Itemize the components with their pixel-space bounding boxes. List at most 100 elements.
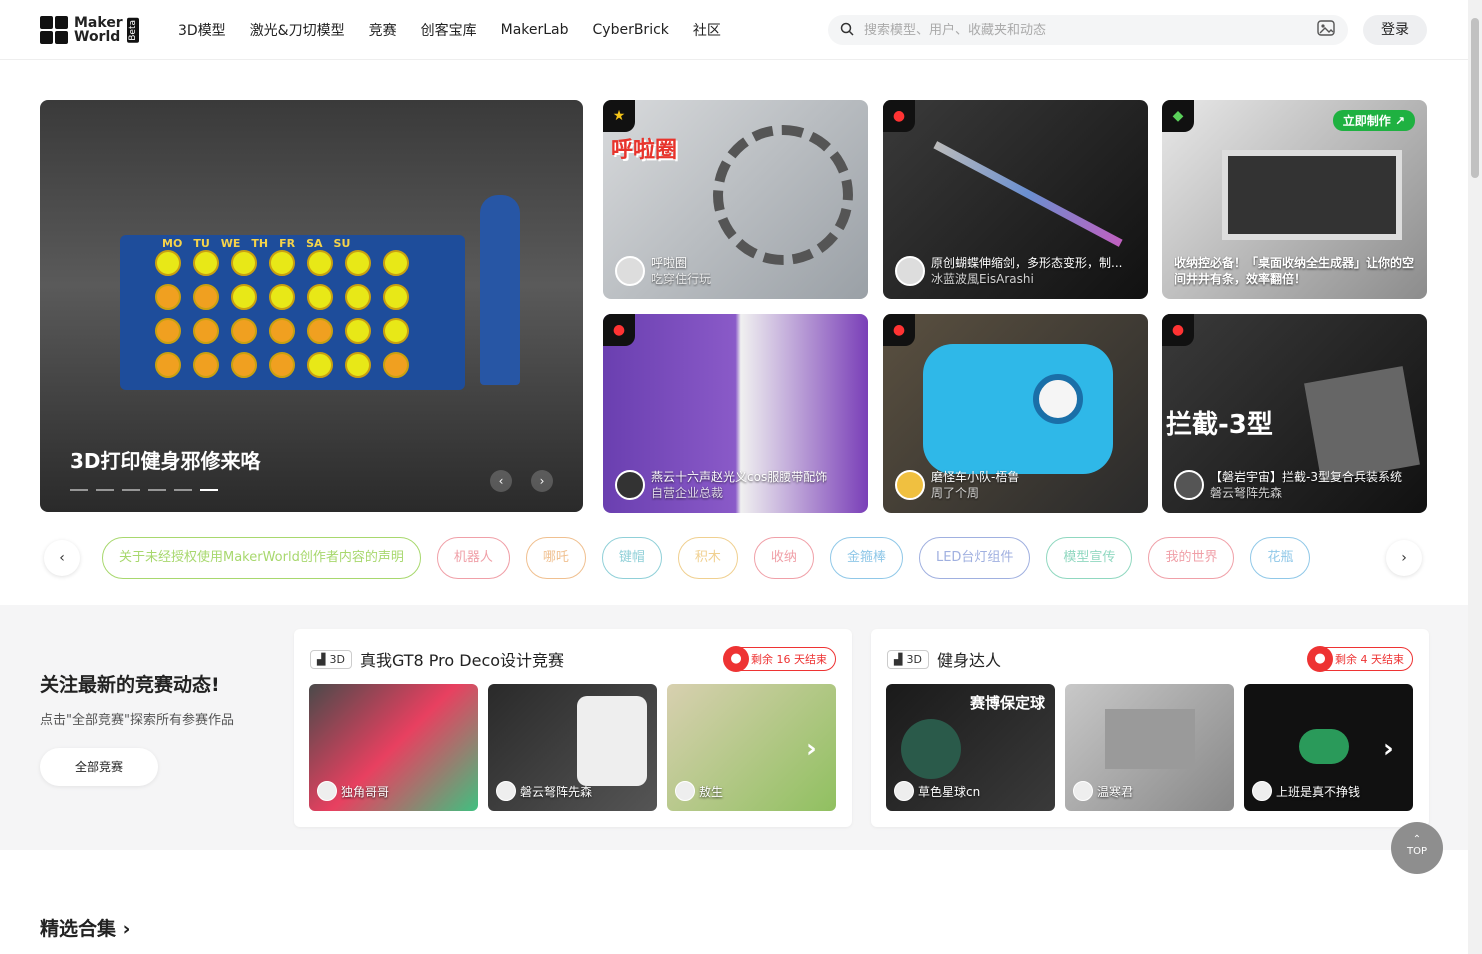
contest-entry[interactable]: 磐云弩阵先森 — [488, 684, 657, 811]
contest-title[interactable]: 真我GT8 Pro Deco设计竞赛 — [360, 647, 564, 671]
tag-item[interactable]: 积木 — [677, 537, 738, 579]
card-title: 呼啦圈 — [651, 256, 688, 270]
author-avatar[interactable] — [1073, 781, 1093, 801]
author-avatar[interactable] — [615, 470, 645, 500]
nav-makerlab[interactable]: MakerLab — [501, 22, 569, 38]
entry-author[interactable]: 草色星球cn — [918, 783, 980, 800]
tag-item[interactable]: 收纳 — [753, 537, 814, 579]
nav-maker-treasury[interactable]: 创客宝库 — [421, 20, 477, 40]
tag-item[interactable]: 关于未经授权使用MakerWorld创作者内容的声明 — [102, 537, 421, 579]
nav-3d-models[interactable]: 3D模型 — [178, 20, 226, 40]
ball-illustration — [901, 719, 961, 779]
tag-item[interactable]: 金箍棒 — [829, 537, 903, 579]
contest-next-arrow-icon[interactable]: › — [806, 734, 817, 764]
hero-card-monster-car[interactable]: ● 磨怪车小队-梧鲁 周了个周 — [883, 314, 1148, 513]
page-scrollbar[interactable] — [1468, 0, 1482, 954]
contest-panel-gt8[interactable]: ▟ 3D 真我GT8 Pro Deco设计竞赛 ● 剩余 16 天结束 独角哥哥 磐… — [294, 629, 852, 827]
carousel-prev-button[interactable]: ‹ — [490, 470, 512, 492]
card-title: 燕云十六声赵光义cos服腰带配饰 — [651, 470, 828, 484]
hot-icon: ● — [603, 314, 635, 346]
hero-image-dots — [155, 250, 413, 378]
podium-icon: ▟ — [894, 652, 903, 666]
entry-author[interactable]: 温寒君 — [1097, 783, 1133, 800]
hero-card-butterfly-sword[interactable]: ● 原创蝴蝶伸缩剑，多形态变形，制... 冰蓝波風EisArashi — [883, 100, 1148, 299]
tag-item[interactable]: 哪吒 — [525, 537, 586, 579]
back-to-top-button[interactable]: ⌃ TOP — [1391, 822, 1443, 874]
author-avatar[interactable] — [895, 256, 925, 286]
card-title: 磨怪车小队-梧鲁 — [931, 470, 1020, 484]
carousel-next-button[interactable]: › — [531, 470, 553, 492]
author-avatar[interactable] — [496, 781, 516, 801]
contest-subtext: 点击"全部竞赛"探索所有参赛作品 — [40, 713, 234, 728]
carousel-indicators[interactable] — [70, 489, 218, 491]
dumbbell-illustration — [1105, 709, 1195, 769]
selected-collections-heading[interactable]: 精选合集 › — [40, 914, 130, 941]
makerworld-logo[interactable]: Maker World Beta — [40, 15, 140, 45]
contest-panel-fitness[interactable]: ▟ 3D 健身达人 ● 剩余 4 天结束 赛博保定球 草色星球cn 温寒君 上班是真… — [871, 629, 1429, 827]
up-arrow-icon: ⌃ — [1412, 834, 1422, 845]
contest-entry[interactable]: 独角哥哥 — [309, 684, 478, 811]
nav-community[interactable]: 社区 — [693, 20, 721, 40]
tag-item[interactable]: LED台灯组件 — [918, 537, 1031, 579]
author-avatar[interactable] — [1174, 470, 1204, 500]
author-avatar[interactable] — [1252, 781, 1272, 801]
tag-item[interactable]: 键帽 — [601, 537, 662, 579]
hero-card-hula-hoop[interactable]: ★ 呼啦圈 呼啦圈 吃穿住行玩 — [603, 100, 868, 299]
hot-icon: ● — [1162, 314, 1194, 346]
entry-overlay-text: 赛博保定球 — [969, 694, 1045, 712]
tags-next-button[interactable]: › — [1386, 540, 1422, 576]
tag-item[interactable]: 模型宣传 — [1046, 537, 1133, 579]
card-author[interactable]: 吃穿住行玩 — [651, 271, 711, 287]
contest-heading: 关注最新的竞赛动态! — [40, 674, 220, 696]
scrollbar-thumb[interactable] — [1471, 18, 1479, 178]
author-avatar[interactable] — [317, 781, 337, 801]
hero-banner[interactable]: MO TU WE TH FR SA SU 3D打印健身邪修来咯 ‹ › — [40, 100, 583, 512]
card-caption: 【磐岩宇宙】拦截-3型复合兵装系统 磐云弩阵先森 — [1174, 469, 1415, 501]
nav-laser-models[interactable]: 激光&刀切模型 — [250, 20, 345, 40]
search-input[interactable] — [864, 22, 1316, 38]
make-now-button[interactable]: 立即制作 ↗ — [1332, 110, 1415, 131]
card-caption: 燕云十六声赵光义cos服腰带配饰 自营企业总裁 — [615, 469, 856, 501]
contest-entry[interactable]: 温寒君 — [1065, 684, 1234, 811]
sword-illustration — [933, 141, 1123, 247]
entry-author[interactable]: 上班是真不挣钱 — [1276, 783, 1360, 800]
card-overlay-text: 呼啦圈 — [611, 138, 678, 163]
contest-type-badge: ▟ 3D — [310, 649, 352, 669]
login-button[interactable]: 登录 — [1363, 15, 1427, 45]
author-avatar[interactable] — [615, 256, 645, 286]
tags-prev-button[interactable]: ‹ — [44, 540, 80, 576]
entry-author[interactable]: 磐云弩阵先森 — [520, 783, 592, 800]
hero-card-interceptor[interactable]: ● 拦截-3型 【磐岩宇宙】拦截-3型复合兵装系统 磐云弩阵先森 — [1162, 314, 1427, 513]
hot-icon: ● — [883, 314, 915, 346]
hero-weekday-row: MO TU WE TH FR SA SU — [162, 237, 351, 250]
card-overlay-text: 拦截-3型 — [1166, 410, 1273, 440]
hero-card-storage-generator[interactable]: ◆ 立即制作 ↗ 收纳控必备！「桌面收纳全生成器」让你的空间井井有条，效率翻倍！ — [1162, 100, 1427, 299]
logo-icon — [40, 16, 70, 44]
card-author[interactable]: 磐云弩阵先森 — [1210, 485, 1402, 501]
chevron-right-icon: › — [122, 918, 131, 940]
author-avatar[interactable] — [675, 781, 695, 801]
tag-item[interactable]: 花瓶 — [1250, 537, 1311, 579]
hero-card-cos-belt[interactable]: ● 燕云十六声赵光义cos服腰带配饰 自营企业总裁 — [603, 314, 868, 513]
tag-item[interactable]: 我的世界 — [1148, 537, 1235, 579]
entry-author[interactable]: 敖生 — [699, 783, 723, 800]
tag-list: 关于未经授权使用MakerWorld创作者内容的声明 机器人 哪吒 键帽 积木 … — [102, 537, 1382, 579]
nav-contests[interactable]: 竞赛 — [369, 20, 397, 40]
search-icon[interactable] — [840, 21, 854, 40]
entry-author[interactable]: 独角哥哥 — [341, 783, 389, 800]
contest-next-arrow-icon[interactable]: › — [1383, 734, 1394, 764]
contest-title[interactable]: 健身达人 — [937, 647, 1001, 671]
author-avatar[interactable] — [895, 470, 925, 500]
tag-item[interactable]: 机器人 — [436, 537, 510, 579]
card-author[interactable]: 自营企业总裁 — [651, 485, 827, 501]
card-author[interactable]: 冰蓝波風EisArashi — [931, 271, 1122, 287]
beta-badge: Beta — [126, 17, 139, 43]
all-contests-button[interactable]: 全部竞赛 — [40, 748, 158, 786]
image-search-icon[interactable] — [1316, 18, 1336, 42]
author-avatar[interactable] — [894, 781, 914, 801]
drawer-illustration — [1222, 150, 1402, 240]
nav-cyberbrick[interactable]: CyberBrick — [593, 22, 669, 38]
green-model-illustration — [1299, 729, 1349, 764]
contest-entry[interactable]: 赛博保定球 草色星球cn — [886, 684, 1055, 811]
card-author[interactable]: 周了个周 — [931, 485, 1019, 501]
